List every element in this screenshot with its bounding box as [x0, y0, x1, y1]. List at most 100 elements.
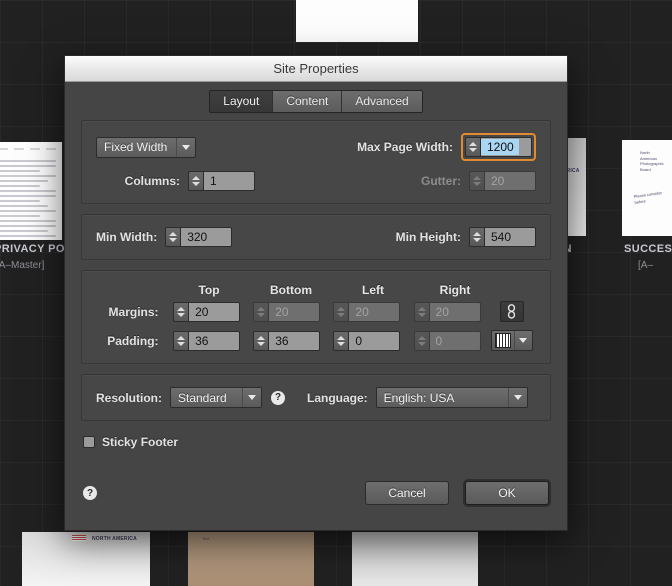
page-thumbnail[interactable]: Text	[188, 532, 314, 586]
min-width-label: Min Width:	[96, 230, 158, 244]
spacing-column-headers: Top Bottom Left Right	[168, 283, 536, 297]
language-select[interactable]: English: USA	[375, 387, 528, 408]
sticky-footer-checkbox[interactable]	[83, 436, 95, 448]
gutter-input: 20	[484, 171, 536, 191]
page-thumbnail[interactable]	[352, 532, 478, 586]
stepper-arrows-icon[interactable]	[173, 301, 189, 322]
margin-bottom-stepper: 20	[253, 301, 321, 322]
help-circle-icon[interactable]: ?	[271, 390, 285, 405]
page-thumbnail[interactable]: NORTH AMERICA	[22, 532, 150, 586]
stepper-arrows-icon	[413, 301, 429, 322]
column-header-bottom: Bottom	[270, 283, 312, 297]
resolution-label: Resolution:	[96, 390, 162, 405]
chain-link-icon[interactable]	[499, 301, 524, 322]
help-circle-icon[interactable]: ?	[83, 486, 97, 500]
padding-right-input: 0	[428, 330, 481, 351]
padding-label: Padding:	[107, 333, 159, 348]
margins-label: Margins:	[108, 304, 159, 319]
width-mode-row: Fixed Width Max Page Width: 1200	[96, 133, 536, 161]
page-thumbnail[interactable]	[0, 142, 62, 240]
thumb-caption: NORTH AMERICA	[92, 536, 137, 542]
thumb-mini-text: Please consider before	[633, 190, 663, 205]
margin-right-input: 20	[428, 301, 481, 322]
resolution-language-group: Resolution: Standard ? Language: English…	[81, 374, 551, 421]
margin-right-stepper: 20	[413, 301, 481, 322]
dialog-title: Site Properties	[273, 61, 359, 76]
chevron-down-icon	[507, 388, 527, 407]
padding-swatch-icon	[494, 333, 511, 348]
columns-stepper[interactable]: 1	[188, 171, 255, 191]
padding-top-stepper[interactable]: 36	[173, 330, 241, 351]
margin-top-input[interactable]: 20	[188, 301, 241, 322]
max-page-width-value: 1200	[481, 139, 519, 155]
application-window: PRIVACY POLICY [A–Master] ERICA IN North…	[0, 0, 672, 586]
padding-top-input[interactable]: 36	[188, 330, 241, 351]
max-page-width-label: Max Page Width:	[357, 140, 453, 154]
padding-row: Padding: 36 36 0 0	[96, 330, 536, 351]
sticky-footer-label: Sticky Footer	[102, 435, 179, 449]
stepper-arrows-icon[interactable]	[469, 227, 484, 247]
margin-top-stepper[interactable]: 20	[173, 301, 241, 322]
padding-bottom-stepper[interactable]: 36	[253, 330, 321, 351]
margin-left-stepper: 20	[333, 301, 401, 322]
padding-left-input[interactable]: 0	[348, 330, 401, 351]
max-page-width-stepper[interactable]: 1200	[465, 137, 532, 157]
margin-bottom-input: 20	[268, 301, 321, 322]
dialog-titlebar: Site Properties	[65, 56, 567, 82]
dialog-body: Fixed Width Max Page Width: 1200 Columns…	[65, 120, 567, 530]
tab-advanced[interactable]: Advanced	[342, 90, 422, 112]
page-sublabel: [A–Master]	[0, 260, 45, 271]
min-width-stepper[interactable]: 320	[165, 227, 233, 247]
width-mode-select[interactable]: Fixed Width	[96, 136, 196, 158]
min-height-stepper[interactable]: 540	[469, 227, 536, 247]
min-size-row: Min Width: 320 Min Height: 540	[96, 227, 536, 247]
ok-button[interactable]: OK	[465, 481, 549, 505]
stepper-arrows-icon[interactable]	[465, 137, 480, 157]
padding-bottom-input[interactable]: 36	[268, 330, 321, 351]
margin-left-input: 20	[348, 301, 401, 322]
site-properties-dialog: Site Properties Layout Content Advanced …	[64, 55, 568, 531]
chevron-down-icon	[513, 331, 532, 350]
tab-bar: Layout Content Advanced	[65, 82, 567, 120]
gutter-label: Gutter:	[421, 174, 461, 188]
page-label: SUCCESS	[624, 243, 672, 255]
chevron-down-icon	[242, 388, 261, 407]
column-header-top: Top	[198, 283, 220, 297]
chevron-down-icon	[176, 137, 195, 157]
stepper-arrows-icon[interactable]	[333, 330, 349, 351]
stepper-arrows-icon	[333, 301, 349, 322]
language-value: English: USA	[383, 390, 455, 405]
cancel-button[interactable]: Cancel	[365, 481, 449, 505]
stepper-arrows-icon[interactable]	[253, 330, 269, 351]
stepper-arrows-icon[interactable]	[188, 171, 203, 191]
stepper-arrows-icon	[253, 301, 269, 322]
thumb-nav	[0, 147, 57, 150]
padding-right-stepper: 0	[413, 330, 481, 351]
page-thumbnail[interactable]: North American Photographic Board Please co…	[622, 140, 672, 236]
max-page-width-input[interactable]: 1200	[480, 137, 532, 157]
page-thumbnail[interactable]	[296, 0, 418, 42]
min-height-input[interactable]: 540	[484, 227, 536, 247]
resolution-select[interactable]: Standard	[170, 387, 262, 408]
padding-left-stepper[interactable]: 0	[333, 330, 401, 351]
language-label: Language:	[307, 390, 368, 405]
tab-content[interactable]: Content	[273, 90, 343, 112]
max-page-width-focus-ring: 1200	[461, 133, 536, 161]
min-width-input[interactable]: 320	[180, 227, 233, 247]
spacing-group: Top Bottom Left Right Margins: 20 20 20 …	[81, 270, 551, 364]
resolution-language-row: Resolution: Standard ? Language: English…	[96, 387, 536, 408]
stepper-arrows-icon[interactable]	[165, 227, 181, 247]
tab-layout[interactable]: Layout	[210, 90, 274, 112]
columns-input[interactable]: 1	[203, 171, 255, 191]
flag-icon	[72, 535, 86, 541]
width-group: Fixed Width Max Page Width: 1200 Columns…	[81, 120, 551, 204]
gutter-stepper: 20	[469, 171, 536, 191]
padding-swatch-button[interactable]	[490, 330, 533, 351]
thumb-mini-text: North American Photographic Board	[640, 150, 664, 172]
sticky-footer-row[interactable]: Sticky Footer	[81, 431, 551, 449]
column-header-left: Left	[362, 283, 384, 297]
page-sublabel: [A–	[638, 260, 654, 271]
stepper-arrows-icon[interactable]	[173, 330, 189, 351]
columns-row: Columns: 1 Gutter: 20	[96, 171, 536, 191]
columns-label: Columns:	[124, 174, 180, 188]
